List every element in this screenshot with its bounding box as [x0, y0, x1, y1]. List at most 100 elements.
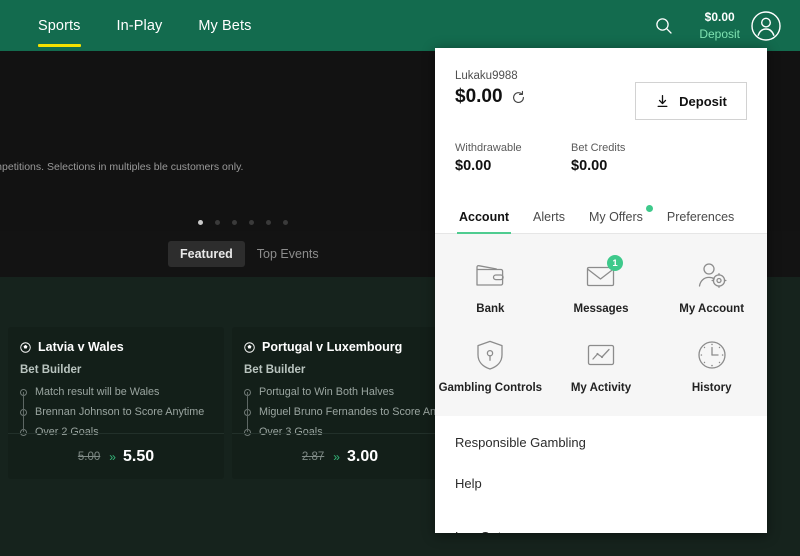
- panel-links-group: Responsible Gambling Help: [435, 416, 767, 510]
- user-settings-icon: [698, 263, 727, 288]
- card-title: Portugal v Luxembourg: [262, 340, 403, 354]
- shield-lock-icon: [477, 340, 503, 370]
- leg-label: Miguel Bruno Fernandes to Score Anytime: [259, 406, 448, 418]
- tab-my-offers[interactable]: My Offers: [577, 205, 655, 233]
- header-right-group: $0.00 Deposit: [651, 0, 800, 51]
- carousel-dots[interactable]: [198, 220, 288, 225]
- shortcut-label: History: [691, 382, 732, 394]
- bet-builder-card[interactable]: Latvia v Wales Bet Builder Match result …: [8, 327, 224, 479]
- carousel-dot[interactable]: [215, 220, 220, 225]
- shortcut-bank[interactable]: Bank: [435, 250, 546, 323]
- panel-tab-bar: Account Alerts My Offers Preferences: [435, 192, 767, 234]
- panel-deposit-label: Deposit: [679, 93, 727, 109]
- old-odds: 2.87: [301, 450, 325, 463]
- bet-builder-card[interactable]: Portugal v Luxembourg Bet Builder Portug…: [232, 327, 448, 479]
- subtab-featured[interactable]: Featured: [168, 241, 245, 267]
- shortcut-history[interactable]: History: [656, 329, 767, 402]
- shield-lock-icon-wrap: [470, 337, 510, 373]
- betting-app-screen: Sports In-Play My Bets $0.00 Deposit pet…: [0, 0, 800, 556]
- carousel-dot[interactable]: [266, 220, 271, 225]
- card-title-row: Latvia v Wales: [8, 327, 224, 354]
- legs-connector-line: [23, 392, 24, 432]
- nav-item-my-bets[interactable]: My Bets: [180, 0, 269, 51]
- user-avatar-icon[interactable]: [750, 10, 782, 42]
- new-odds: 5.50: [122, 447, 155, 465]
- tab-preferences[interactable]: Preferences: [655, 210, 746, 233]
- envelope-icon-wrap: 1: [581, 255, 623, 294]
- shortcut-label: Gambling Controls: [438, 382, 543, 394]
- legs-connector-line: [247, 392, 248, 432]
- card-leg: Portugal to Win Both Halves: [244, 382, 438, 402]
- link-help[interactable]: Help: [435, 463, 767, 504]
- card-odds-row[interactable]: 2.87 » 3.00: [232, 433, 448, 479]
- new-odds: 3.00: [346, 447, 379, 465]
- nav-item-sports[interactable]: Sports: [20, 0, 99, 51]
- balance-deposit-button[interactable]: $0.00 Deposit: [699, 9, 782, 41]
- messages-count-badge: 1: [606, 255, 623, 271]
- refresh-icon[interactable]: [511, 90, 526, 105]
- nav-item-in-play[interactable]: In-Play: [99, 0, 181, 51]
- panel-balance-header: Lukaku9988 $0.00 Deposit Withdrawable $0…: [435, 48, 767, 192]
- football-icon: [244, 341, 255, 353]
- card-leg: Brennan Johnson to Score Anytime: [20, 402, 214, 422]
- leg-label: Match result will be Wales: [35, 386, 160, 398]
- clock-icon-wrap: [692, 337, 732, 373]
- download-icon: [657, 94, 668, 107]
- line-chart-icon: [587, 344, 615, 366]
- link-responsible-gambling[interactable]: Responsible Gambling: [435, 422, 767, 463]
- card-builder-label: Bet Builder: [244, 364, 306, 376]
- shortcut-my-account[interactable]: My Account: [656, 250, 767, 323]
- card-builder-label: Bet Builder: [20, 364, 82, 376]
- shortcut-label: My Activity: [570, 382, 632, 394]
- panel-balance-amount-group: $0.00: [455, 86, 635, 108]
- tab-label: Preferences: [666, 210, 735, 224]
- shortcut-gambling-controls[interactable]: Gambling Controls: [435, 329, 546, 402]
- shortcut-label: Bank: [476, 303, 505, 315]
- tab-account[interactable]: Account: [447, 210, 521, 234]
- tab-label: My Offers: [588, 210, 643, 224]
- tab-alerts[interactable]: Alerts: [521, 210, 577, 233]
- bet-credits-block: Bet Credits $0.00: [571, 142, 687, 174]
- account-dropdown-panel: Lukaku9988 $0.00 Deposit Withdrawable $0…: [435, 48, 767, 533]
- wallet-icon-wrap: [470, 258, 510, 294]
- carousel-dot[interactable]: [232, 220, 237, 225]
- tab-label: Account: [459, 210, 509, 224]
- card-leg: Miguel Bruno Fernandes to Score Anytime: [244, 402, 448, 422]
- withdrawable-block: Withdrawable $0.00: [455, 142, 571, 174]
- panel-sub-balances: Withdrawable $0.00 Bet Credits $0.00: [455, 142, 747, 174]
- panel-balance-value: $0.00: [455, 86, 503, 107]
- search-button[interactable]: [651, 13, 677, 39]
- shortcut-label: Messages: [573, 303, 629, 315]
- logout-button[interactable]: Log Out: [435, 516, 767, 533]
- balance-text-group: $0.00 Deposit: [699, 9, 740, 41]
- shortcut-my-activity[interactable]: My Activity: [546, 329, 657, 402]
- card-title: Latvia v Wales: [38, 340, 124, 354]
- nav-item-label: In-Play: [116, 17, 163, 34]
- shortcut-messages[interactable]: 1 Messages: [546, 250, 657, 323]
- active-nav-underline: [38, 44, 81, 47]
- bet-credits-label: Bet Credits: [571, 142, 626, 154]
- card-odds-row[interactable]: 5.00 » 5.50: [8, 433, 224, 479]
- old-odds: 5.00: [77, 450, 101, 463]
- top-header: Sports In-Play My Bets $0.00 Deposit: [0, 0, 800, 51]
- header-deposit-link[interactable]: Deposit: [699, 26, 740, 42]
- nav-item-label: Sports: [38, 17, 81, 34]
- clock-icon: [698, 341, 726, 369]
- leg-label: Portugal to Win Both Halves: [259, 386, 395, 398]
- bet-card-list: Latvia v Wales Bet Builder Match result …: [8, 327, 448, 479]
- leg-label: Brennan Johnson to Score Anytime: [35, 406, 205, 418]
- card-leg: Match result will be Wales: [20, 382, 214, 402]
- odds-arrow-icon: »: [109, 449, 116, 464]
- account-shortcut-grid: Bank 1 Messages My Account Gambling Cont…: [435, 234, 767, 416]
- subtab-top-events[interactable]: Top Events: [245, 241, 331, 267]
- odds-arrow-icon: »: [333, 449, 340, 464]
- panel-logout-group: Log Out: [435, 510, 767, 533]
- carousel-dot[interactable]: [249, 220, 254, 225]
- card-title-row: Portugal v Luxembourg: [232, 327, 448, 354]
- panel-links-section: Responsible Gambling Help Log Out: [435, 416, 767, 533]
- header-balance-amount: $0.00: [704, 10, 735, 25]
- nav-item-label: My Bets: [198, 17, 252, 34]
- carousel-dot[interactable]: [198, 220, 203, 225]
- carousel-dot[interactable]: [283, 220, 288, 225]
- panel-deposit-button[interactable]: Deposit: [635, 82, 747, 120]
